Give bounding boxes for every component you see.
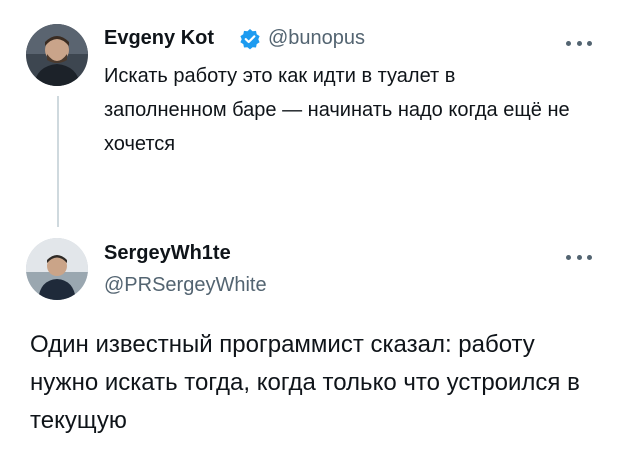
tweet-text: Искать работу это как идти в туалет в за… <box>104 65 570 155</box>
more-options-icon[interactable] <box>566 38 592 48</box>
author-handle[interactable]: @bunopus <box>268 27 365 50</box>
avatar[interactable] <box>26 24 88 86</box>
author-handle[interactable]: @PRSergeyWhite <box>104 274 267 297</box>
verified-badge-icon <box>239 28 261 50</box>
author-name[interactable]: SergeyWh1te <box>104 242 231 265</box>
more-options-icon[interactable] <box>566 252 592 262</box>
avatar[interactable] <box>26 238 88 300</box>
tweet-text: Один известный программист сказал: работ… <box>30 331 580 434</box>
author-name[interactable]: Evgeny Kot <box>104 27 214 50</box>
thread-connector <box>57 96 59 227</box>
